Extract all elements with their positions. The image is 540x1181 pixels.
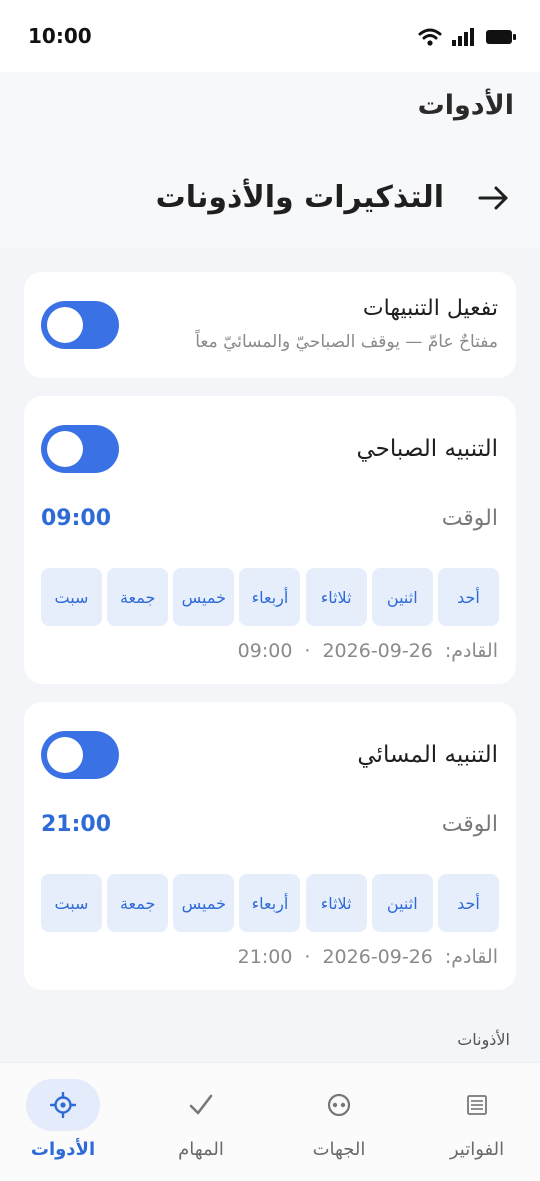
- evening-alarm-title: التنبيه المسائي: [357, 742, 498, 768]
- nav-item-tasks[interactable]: المهام: [146, 1077, 256, 1167]
- master-alerts-card: تفعيل التنبيهات مفتاحٌ عامّ — يوقف الصبا…: [24, 272, 516, 378]
- next-time: 21:00: [237, 946, 293, 968]
- day-chip-sat[interactable]: سبت: [41, 568, 102, 626]
- morning-time-label: الوقت: [441, 506, 498, 531]
- nav-label: الأدوات: [30, 1139, 96, 1160]
- master-alerts-title: تفعيل التنبيهات: [362, 296, 498, 321]
- invoices-icon: [440, 1079, 514, 1131]
- status-icons: [418, 26, 516, 48]
- next-time: 09:00: [237, 640, 293, 662]
- master-alerts-subtitle: مفتاحٌ عامّ — يوقف الصباحيّ والمسائيّ مع…: [195, 332, 498, 352]
- wifi-icon: [418, 28, 442, 46]
- evening-alarm-card: التنبيه المسائي الوقت 21:00 أحد اثنين ثل…: [24, 702, 516, 990]
- morning-next-occurrence: القادم: 2026-09-26 · 09:00: [238, 640, 498, 662]
- signal-icon: [452, 28, 474, 46]
- morning-time-value[interactable]: 09:00: [41, 506, 111, 531]
- next-date: 2026-09-26: [322, 946, 433, 968]
- next-date: 2026-09-26: [322, 640, 433, 662]
- evening-time-value[interactable]: 21:00: [41, 812, 111, 837]
- day-chip-thu[interactable]: خميس: [173, 874, 235, 932]
- status-bar: 10:00: [0, 0, 540, 72]
- tools-icon: [26, 1079, 100, 1131]
- day-chip-sun[interactable]: أحد: [437, 568, 499, 626]
- nav-item-tools[interactable]: الأدوات: [8, 1077, 118, 1167]
- evening-days: أحد اثنين ثلاثاء أربعاء خميس جمعة سبت: [41, 874, 499, 932]
- permissions-section-heading: الأذونات: [457, 1030, 510, 1049]
- status-time: 10:00: [28, 24, 92, 48]
- day-chip-wed[interactable]: أربعاء: [239, 568, 301, 626]
- nav-item-invoices[interactable]: الفواتير: [422, 1077, 532, 1167]
- day-chip-thu[interactable]: خميس: [173, 568, 235, 626]
- morning-alarm-toggle[interactable]: [41, 425, 119, 473]
- battery-icon: [486, 30, 516, 44]
- toggle-knob: [47, 737, 83, 773]
- evening-next-occurrence: القادم: 2026-09-26 · 21:00: [238, 946, 498, 968]
- next-separator: ·: [304, 640, 311, 662]
- bottom-nav: الأدوات المهام الجهات الفواتير: [0, 1062, 540, 1181]
- arrow-right-icon[interactable]: [478, 184, 510, 212]
- master-alerts-toggle[interactable]: [41, 301, 119, 349]
- nav-label: المهام: [178, 1139, 224, 1160]
- day-chip-sat[interactable]: سبت: [41, 874, 102, 932]
- day-chip-wed[interactable]: أربعاء: [239, 874, 301, 932]
- day-chip-mon[interactable]: اثنين: [371, 568, 433, 626]
- page-title: التذكيرات والأذونات: [155, 180, 444, 215]
- morning-alarm-card: التنبيه الصباحي الوقت 09:00 أحد اثنين ثل…: [24, 396, 516, 684]
- day-chip-tue[interactable]: ثلاثاء: [305, 874, 367, 932]
- day-chip-mon[interactable]: اثنين: [371, 874, 433, 932]
- nav-label: الفواتير: [449, 1139, 505, 1160]
- toggle-knob: [47, 307, 83, 343]
- nav-item-contacts[interactable]: الجهات: [284, 1077, 394, 1167]
- check-icon: [164, 1079, 238, 1131]
- evening-time-label: الوقت: [441, 812, 498, 837]
- contacts-icon: [302, 1079, 376, 1131]
- app-header: الأدوات التذكيرات والأذونات: [0, 72, 540, 248]
- nav-label: الجهات: [312, 1139, 366, 1160]
- app-title: الأدوات: [417, 90, 514, 121]
- morning-alarm-title: التنبيه الصباحي: [356, 436, 498, 462]
- next-label: القادم:: [444, 640, 498, 662]
- day-chip-fri[interactable]: جمعة: [107, 568, 169, 626]
- morning-days: أحد اثنين ثلاثاء أربعاء خميس جمعة سبت: [41, 568, 499, 626]
- next-separator: ·: [304, 946, 311, 968]
- reminders-content: تفعيل التنبيهات مفتاحٌ عامّ — يوقف الصبا…: [0, 248, 540, 1062]
- day-chip-sun[interactable]: أحد: [437, 874, 499, 932]
- day-chip-fri[interactable]: جمعة: [107, 874, 169, 932]
- evening-alarm-toggle[interactable]: [41, 731, 119, 779]
- day-chip-tue[interactable]: ثلاثاء: [305, 568, 367, 626]
- toggle-knob: [47, 431, 83, 467]
- next-label: القادم:: [444, 946, 498, 968]
